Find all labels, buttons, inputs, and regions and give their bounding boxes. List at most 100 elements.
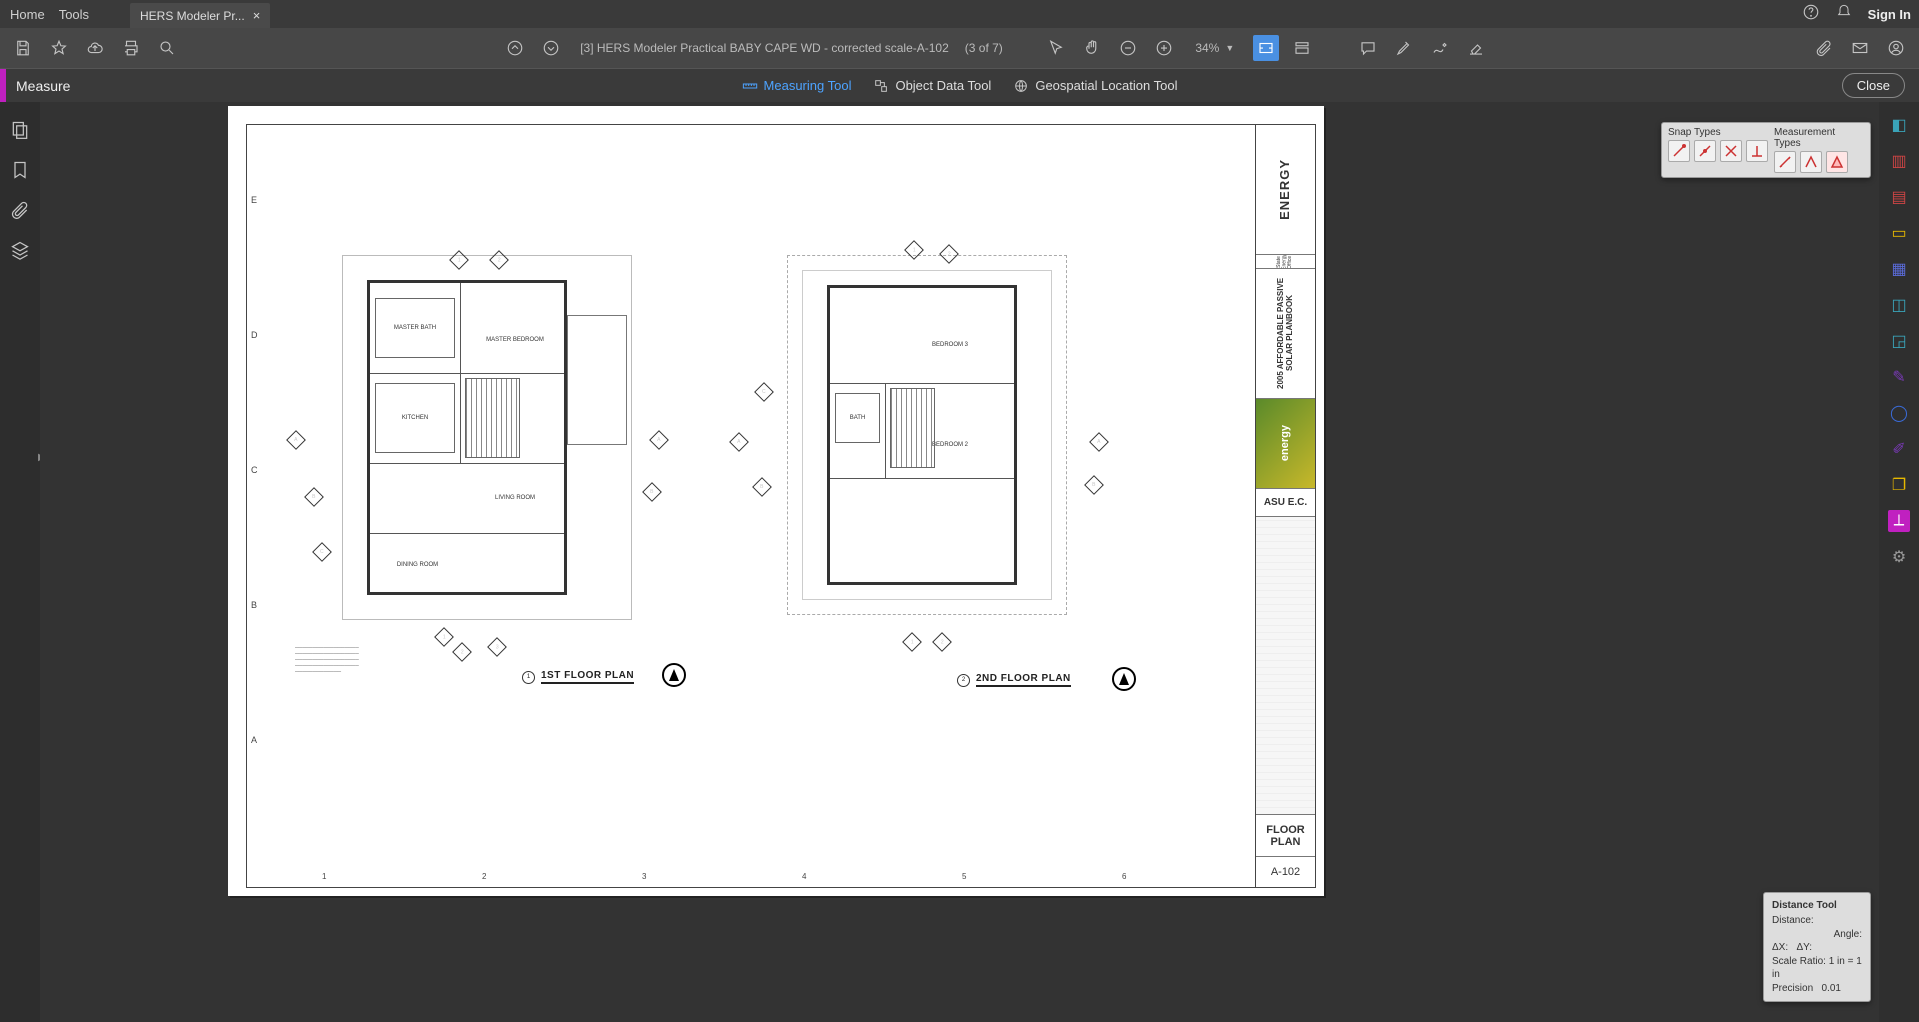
page-info: (3 of 7) bbox=[965, 41, 1003, 55]
tabbar: HERS Modeler Pr... × bbox=[130, 0, 270, 28]
menubar: Home Tools bbox=[0, 0, 1919, 28]
section-mark: 3 bbox=[487, 637, 507, 657]
document-viewport[interactable]: E D C B A 1 2 3 4 5 6 MASTER BEDROOM bbox=[40, 102, 1879, 1022]
distance-label: Distance: bbox=[1772, 915, 1814, 926]
section-mark: 1 bbox=[434, 627, 454, 647]
north-arrow-icon bbox=[662, 663, 686, 687]
scale-label: Scale Ratio: bbox=[1772, 956, 1826, 967]
close-measure-button[interactable]: Close bbox=[1842, 73, 1905, 98]
first-floor-title: 1 1ST FLOOR PLAN bbox=[522, 670, 634, 684]
measure-accent bbox=[0, 69, 6, 103]
hand-icon[interactable] bbox=[1079, 35, 1105, 61]
drawing-border: E D C B A 1 2 3 4 5 6 MASTER BEDROOM bbox=[246, 124, 1316, 888]
snap-perpendicular-button[interactable] bbox=[1746, 140, 1768, 162]
menu-tools[interactable]: Tools bbox=[59, 7, 89, 22]
page-down-icon[interactable] bbox=[538, 35, 564, 61]
second-floor-dimlines bbox=[802, 270, 1052, 600]
page-up-icon[interactable] bbox=[502, 35, 528, 61]
print-icon[interactable] bbox=[118, 35, 144, 61]
pointer-icon[interactable] bbox=[1043, 35, 1069, 61]
section-mark: 2 bbox=[932, 632, 952, 652]
sheet-title: FLOOR PLAN bbox=[1256, 820, 1315, 852]
layers-icon[interactable] bbox=[10, 240, 30, 260]
prepare-form-icon[interactable]: ◯ bbox=[1888, 402, 1910, 424]
document-name: [3] HERS Modeler Practical BABY CAPE WD … bbox=[580, 41, 949, 55]
measure-area-button[interactable] bbox=[1826, 151, 1848, 173]
section-mark: C bbox=[312, 542, 332, 562]
ruler-icon bbox=[742, 78, 758, 94]
angle-label: Angle: bbox=[1834, 929, 1862, 940]
dx-label: ΔX: bbox=[1772, 942, 1788, 953]
thumbnails-icon[interactable] bbox=[10, 120, 30, 140]
tab-title: HERS Modeler Pr... bbox=[140, 9, 245, 23]
sign-in-button[interactable]: Sign In bbox=[1868, 7, 1911, 22]
snap-endpoint-button[interactable] bbox=[1668, 140, 1690, 162]
create-pdf-icon[interactable]: ◧ bbox=[1888, 114, 1910, 136]
organize-pages-icon[interactable]: ▦ bbox=[1888, 258, 1910, 280]
compare-icon[interactable]: ❐ bbox=[1888, 474, 1910, 496]
export-pdf-icon[interactable]: ▤ bbox=[1888, 186, 1910, 208]
send-sign-icon[interactable]: ✐ bbox=[1888, 438, 1910, 460]
page-display-icon[interactable] bbox=[1289, 35, 1315, 61]
right-tools-rail: ◧ ▥ ▤ ▭ ▦ ◫ ◲ ✎ ◯ ✐ ❐ ⟂ ⚙ bbox=[1879, 102, 1919, 1022]
section-mark: B bbox=[1084, 475, 1104, 495]
highlight-icon[interactable] bbox=[1391, 35, 1417, 61]
comment-icon[interactable] bbox=[1355, 35, 1381, 61]
section-mark: B bbox=[642, 482, 662, 502]
measure-distance-button[interactable] bbox=[1774, 151, 1796, 173]
document-tab[interactable]: HERS Modeler Pr... × bbox=[130, 3, 270, 28]
precision-value: 0.01 bbox=[1821, 983, 1840, 994]
measure-tool-icon[interactable]: ⟂ bbox=[1888, 510, 1910, 532]
section-mark: A bbox=[729, 432, 749, 452]
globe-icon bbox=[1013, 78, 1029, 94]
fit-width-icon[interactable] bbox=[1253, 35, 1279, 61]
comment-tool-icon[interactable]: ▭ bbox=[1888, 222, 1910, 244]
measure-label: Measure bbox=[16, 78, 70, 94]
section-mark: 2 bbox=[452, 642, 472, 662]
account-icon[interactable] bbox=[1883, 35, 1909, 61]
draw-icon[interactable] bbox=[1427, 35, 1453, 61]
object-data-tool-button[interactable]: Object Data Tool bbox=[873, 78, 991, 94]
bookmark-icon[interactable] bbox=[10, 160, 30, 180]
measuring-tool-button[interactable]: Measuring Tool bbox=[742, 78, 852, 94]
zoom-value[interactable]: 34%▼ bbox=[1187, 41, 1243, 55]
edit-pdf-icon[interactable]: ▥ bbox=[1888, 150, 1910, 172]
email-icon[interactable] bbox=[1847, 35, 1873, 61]
section-mark: A bbox=[1089, 432, 1109, 452]
revision-block bbox=[1256, 517, 1315, 815]
snap-types-label: Snap Types bbox=[1668, 127, 1768, 138]
top-right-controls: Sign In bbox=[1802, 0, 1911, 28]
close-icon[interactable]: × bbox=[253, 8, 261, 23]
save-icon[interactable] bbox=[10, 35, 36, 61]
erase-icon[interactable] bbox=[1463, 35, 1489, 61]
help-icon[interactable] bbox=[1802, 3, 1820, 25]
client-name: ASU E.C. bbox=[1262, 493, 1309, 512]
zoom-out-icon[interactable] bbox=[1115, 35, 1141, 61]
attach-icon[interactable] bbox=[1811, 35, 1837, 61]
notifications-icon[interactable] bbox=[1836, 4, 1852, 24]
search-icon[interactable] bbox=[154, 35, 180, 61]
energy-logo: ENERGY bbox=[1256, 125, 1315, 255]
pdf-page: E D C B A 1 2 3 4 5 6 MASTER BEDROOM bbox=[228, 106, 1324, 896]
zoom-in-icon[interactable] bbox=[1151, 35, 1177, 61]
chevron-down-icon: ▼ bbox=[1225, 43, 1234, 53]
cloud-upload-icon[interactable] bbox=[82, 35, 108, 61]
distance-tool-panel[interactable]: Distance Tool Distance: Angle: ΔX: ΔY: S… bbox=[1763, 892, 1871, 1003]
fill-sign-icon[interactable]: ✎ bbox=[1888, 366, 1910, 388]
menu-home[interactable]: Home bbox=[10, 7, 45, 22]
protect-icon[interactable]: ◲ bbox=[1888, 330, 1910, 352]
geospatial-tool-button[interactable]: Geospatial Location Tool bbox=[1013, 78, 1177, 94]
title-block: ENERGY State Energy Office 2005 AFFORDAB… bbox=[1255, 125, 1315, 887]
snap-midpoint-button[interactable] bbox=[1694, 140, 1716, 162]
dy-label: ΔY: bbox=[1796, 942, 1812, 953]
attachments-icon[interactable] bbox=[10, 200, 30, 220]
star-icon[interactable] bbox=[46, 35, 72, 61]
section-mark: A bbox=[286, 430, 306, 450]
snap-intersection-button[interactable] bbox=[1720, 140, 1742, 162]
section-mark: 1 bbox=[902, 632, 922, 652]
snap-types-panel[interactable]: Snap Types Measurement Types bbox=[1661, 122, 1871, 178]
enhance-scans-icon[interactable]: ◫ bbox=[1888, 294, 1910, 316]
measure-perimeter-button[interactable] bbox=[1800, 151, 1822, 173]
more-tools-icon[interactable]: ⚙ bbox=[1888, 546, 1910, 568]
toolbar: [3] HERS Modeler Practical BABY CAPE WD … bbox=[0, 28, 1919, 68]
